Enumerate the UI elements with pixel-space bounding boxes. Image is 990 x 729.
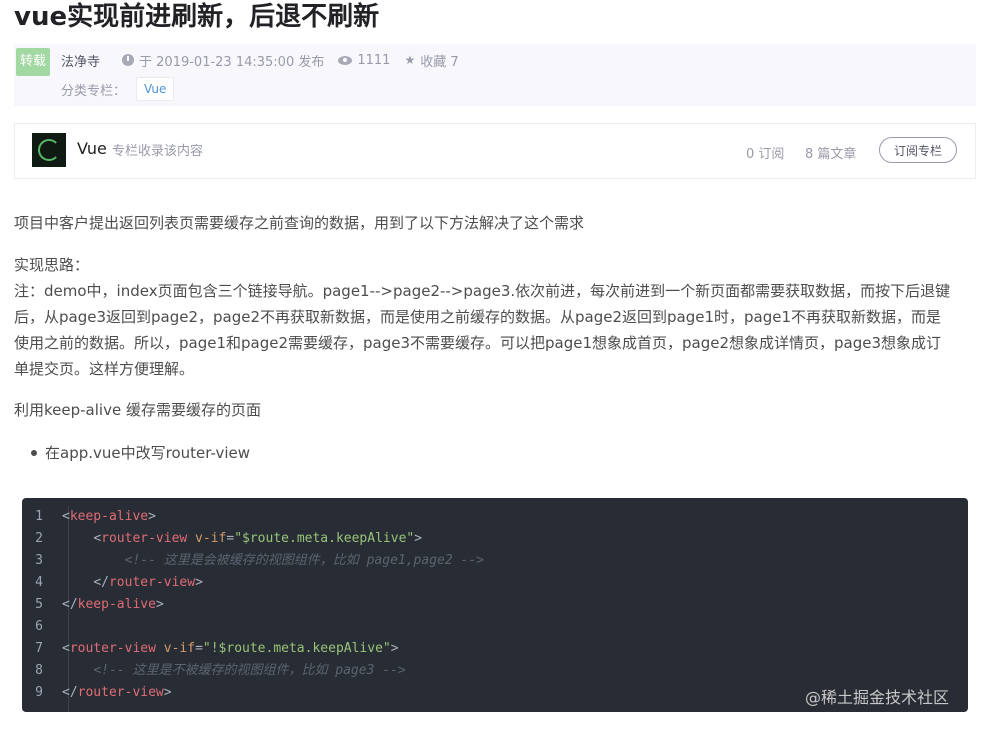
code-line: <router-view v-if="!$route.meta.keepAliv… [62,638,484,660]
code-line: <keep-alive> [62,506,484,528]
code-token: </ [62,685,78,700]
code-token: router-view [77,685,164,700]
code-token: < [93,531,102,546]
code-token: = [195,641,203,656]
keepalive-text: 利用keep-alive 缓存需要缓存的页面 [14,401,261,419]
bullet-list: 在app.vue中改写router-view [30,440,250,466]
column-avatar[interactable] [32,133,66,167]
code-token: > [148,509,156,524]
code-token: router-view [101,531,188,546]
star-icon: ★ [404,53,416,67]
list-item: 在app.vue中改写router-view [30,440,250,466]
code-token: > [155,597,164,612]
code-lines: <keep-alive> <router-view v-if="$route.m… [62,506,484,704]
code-token: > [390,641,399,656]
code-token: router-view [108,575,196,590]
code-token: keep-alive [69,509,149,524]
meta-row: 法净寺 于 2019-01-23 14:35:00 发布 1111 ★ 收藏 7 [61,50,473,70]
category-label: 分类专栏： [61,83,127,99]
column-description: 专栏收录该内容 [112,144,204,159]
article-title: vue实现前进刷新，后退不刷新 [14,2,380,32]
category-tag[interactable]: Vue [136,77,175,101]
code-line: <!-- 这里是不被缓存的视图组件，比如 page3 --> [62,660,484,682]
column-article-count: 8 篇文章 [805,147,857,162]
publish-time-text: 于 2019-01-23 14:35:00 发布 [139,54,325,70]
code-token: v-if [187,531,227,546]
code-line: <router-view v-if="$route.meta.keepAlive… [62,528,484,550]
code-token: "!$route.meta.keepAlive" [202,641,391,656]
code-token: > [195,575,203,590]
code-line: </router-view> [62,572,484,594]
author-link[interactable]: 法净寺 [61,51,100,70]
column-subscribers: 0 订阅 [746,147,785,162]
clock-icon [122,54,135,66]
code-line: <!-- 这里是会被缓存的视图组件，比如 page1,page2 --> [62,550,484,572]
note-line: 单提交页。这样方便理解。 [14,360,195,378]
view-count-text: 1111 [357,52,391,68]
column-card: Vue 专栏收录该内容 0 订阅 8 篇文章 订阅专栏 [14,123,976,179]
note-line: 注：demo中，index页面包含三个链接导航。page1-->page2-->… [14,282,951,300]
code-token: > [163,685,172,700]
subscribe-column-button[interactable]: 订阅专栏 [879,137,957,163]
category-row: 分类专栏： Vue [61,77,175,101]
eye-icon [338,55,353,65]
code-token: router-view [69,641,156,656]
code-token: "$route.meta.keepAlive" [234,531,415,546]
column-name[interactable]: Vue [77,139,107,158]
site-watermark: @稀土掘金技术社区 [805,688,950,707]
code-token: > [414,531,423,546]
code-token: keep-alive [77,597,156,612]
code-line: </router-view> [62,682,484,704]
note-line: 使用之前的数据。所以，page1和page2需要缓存，page3不需要缓存。可以… [14,334,942,352]
code-token: </ [93,575,109,590]
publish-time: 于 2019-01-23 14:35:00 发布 [122,51,324,70]
code-line: </keep-alive> [62,594,484,616]
intro-text: 项目中客户提出返回列表页需要缓存之前查询的数据，用到了以下方法解决了这个需求 [14,214,585,232]
article-meta: 转载 法净寺 于 2019-01-23 14:35:00 发布 1111 ★ 收… [14,44,976,106]
note-paragraph: 注：demo中，index页面包含三个链接导航。page1-->page2-->… [14,278,984,382]
code-token: v-if [155,641,196,656]
code-token: </ [62,597,78,612]
favorite-count: 收藏 7 [420,54,459,70]
repost-badge: 转载 [16,48,50,76]
code-comment: <!-- 这里是会被缓存的视图组件，比如 page1,page2 --> [124,553,484,568]
code-token: < [62,641,70,656]
view-count: 1111 [338,53,390,68]
idea-title: 实现思路： [14,256,90,274]
code-comment: <!-- 这里是不被缓存的视图组件，比如 page3 --> [93,663,406,678]
note-line: 后，从page3返回到page2，page2不再获取新数据，而是使用之前缓存的数… [14,308,942,326]
code-token: < [62,509,70,524]
favorite-button[interactable]: ★ 收藏 7 [404,51,458,70]
code-block: 1 2 3 4 5 6 7 8 9 <keep-alive> <router-v… [22,498,968,712]
